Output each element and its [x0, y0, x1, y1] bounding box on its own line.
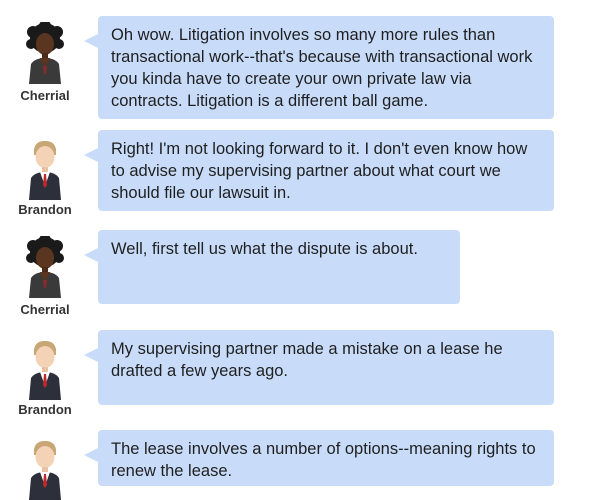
message-bubble: Well, first tell us what the dispute is …: [84, 230, 460, 304]
woman-curly-hair-avatar-icon: [18, 236, 72, 298]
message-bubble: My supervising partner made a mistake on…: [84, 330, 554, 405]
message-bubble: The lease involves a number of options--…: [84, 430, 554, 486]
message-bubble: Right! I'm not looking forward to it. I …: [84, 130, 554, 211]
speaker-name: Cherrial: [20, 302, 70, 317]
man-in-suit-avatar-icon: [18, 438, 72, 500]
speaker-name: Cherrial: [20, 88, 70, 103]
speaker-name: Brandon: [18, 202, 72, 217]
speaker-name: Brandon: [18, 402, 72, 417]
message-bubble: Oh wow. Litigation involves so many more…: [84, 16, 554, 119]
woman-curly-hair-avatar-icon: [18, 22, 72, 84]
man-in-suit-avatar-icon: [18, 138, 72, 200]
man-in-suit-avatar-icon: [18, 338, 72, 400]
